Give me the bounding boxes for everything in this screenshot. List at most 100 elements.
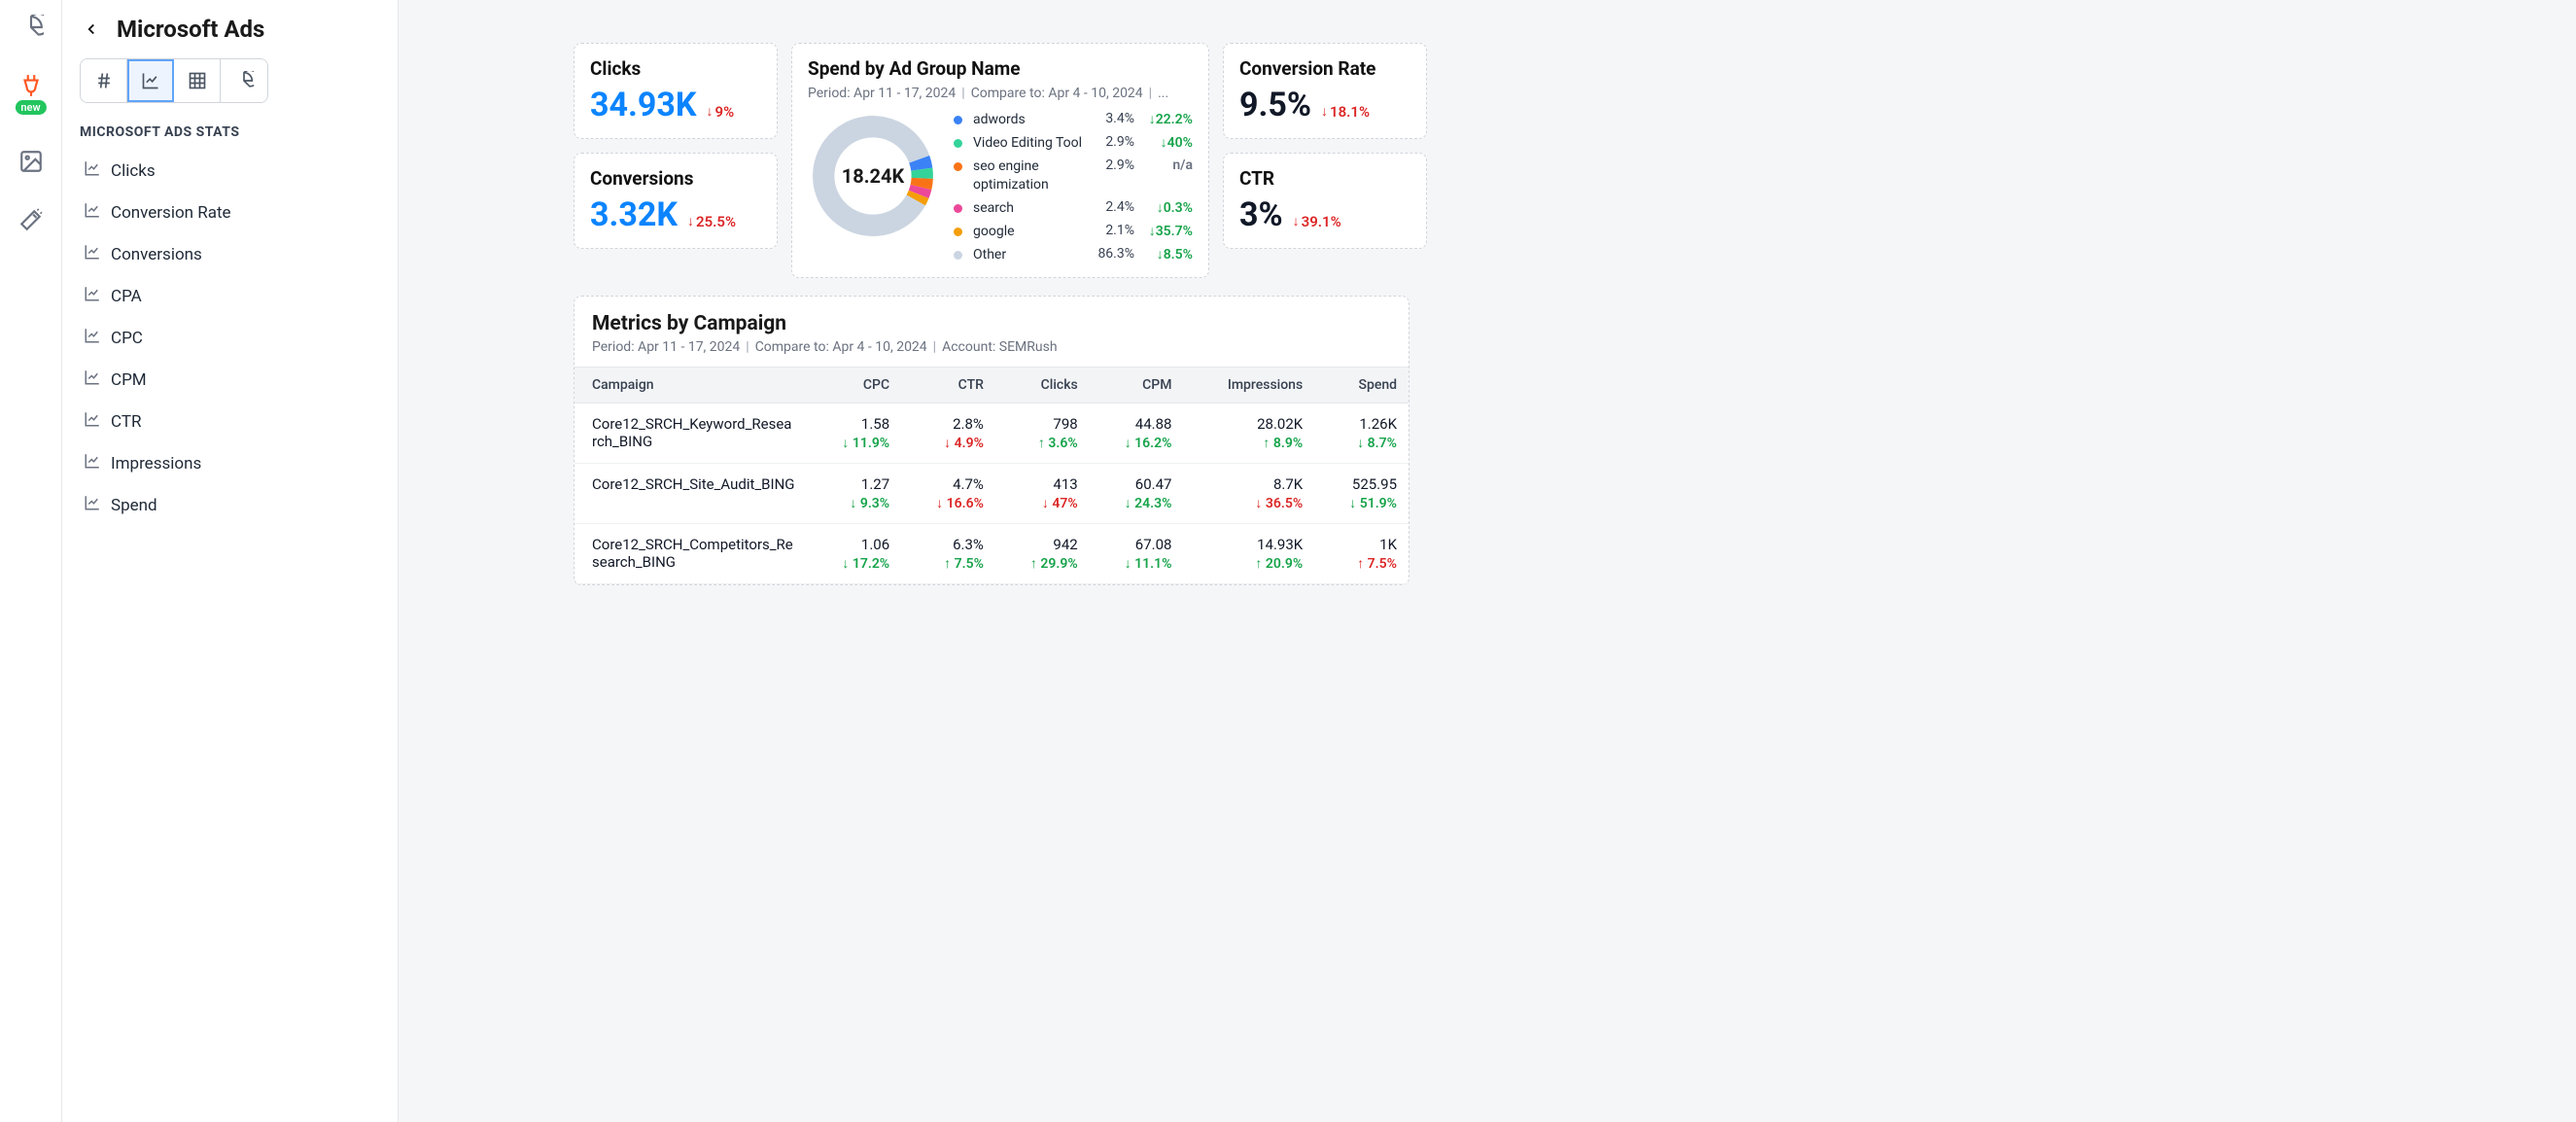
chart-legend: adwords3.4%↓22.2%Video Editing Tool2.9%↓… (954, 111, 1193, 263)
kpi-delta: ↓39.1% (1293, 213, 1341, 230)
stat-item-clicks[interactable]: Clicks (80, 152, 380, 190)
col-header[interactable]: Clicks (995, 368, 1090, 403)
stat-item-ctr[interactable]: CTR (80, 403, 380, 440)
legend-value: 86.3% (1090, 246, 1134, 262)
stat-item-conversions[interactable]: Conversions (80, 235, 380, 273)
kpi-value: 3% (1239, 195, 1283, 234)
stat-label: CTR (111, 412, 141, 432)
stats-list: Clicks Conversion Rate Conversions CPA CPC CP… (80, 152, 380, 524)
card-subtitle: Period: Apr 11 - 17, 2024|Compare to: Ap… (808, 86, 1193, 101)
legend-value: 3.4% (1090, 111, 1134, 126)
metric-cell: 44.88↓ 16.2% (1090, 403, 1184, 464)
tab-table[interactable] (174, 59, 221, 102)
kpi-conversions[interactable]: Conversions 3.32K ↓25.5% (574, 153, 778, 249)
tab-pie[interactable] (221, 59, 267, 102)
kpi-ctr[interactable]: CTR 3% ↓39.1% (1223, 153, 1427, 249)
stat-item-conversion-rate[interactable]: Conversion Rate (80, 193, 380, 231)
legend-name: Video Editing Tool (973, 134, 1084, 152)
table-subtitle: Period: Apr 11 - 17, 2024|Compare to: Ap… (574, 335, 1409, 367)
kpi-title: CTR (1239, 167, 1410, 190)
stat-item-cpm[interactable]: CPM (80, 361, 380, 399)
metric-cell: 525.95↓ 51.9% (1314, 464, 1409, 524)
stat-label: CPM (111, 370, 147, 390)
legend-dot (954, 251, 962, 260)
line-chart-icon (84, 494, 101, 516)
legend-row: search2.4%↓0.3% (954, 199, 1193, 217)
legend-name: adwords (973, 111, 1084, 128)
col-header[interactable]: Spend (1314, 368, 1409, 403)
kpi-value: 3.32K (590, 195, 678, 234)
new-badge: new (15, 100, 46, 115)
kpi-value: 9.5% (1239, 86, 1311, 124)
kpi-conversion-rate[interactable]: Conversion Rate 9.5% ↓18.1% (1223, 43, 1427, 139)
stat-item-cpa[interactable]: CPA (80, 277, 380, 315)
line-chart-icon (84, 159, 101, 182)
line-chart-icon (84, 368, 101, 391)
stat-item-impressions[interactable]: Impressions (80, 444, 380, 482)
stat-label: Clicks (111, 161, 156, 181)
stat-label: Conversion Rate (111, 203, 231, 223)
legend-value: 2.9% (1090, 134, 1134, 150)
col-header[interactable]: Impressions (1183, 368, 1314, 403)
line-chart-icon (84, 201, 101, 224)
view-mode-tabs (80, 58, 268, 103)
magic-wand-icon[interactable] (16, 204, 47, 235)
metric-cell: 413↓ 47% (995, 464, 1090, 524)
metric-cell: 8.7K↓ 36.5% (1183, 464, 1314, 524)
kpi-clicks[interactable]: Clicks 34.93K ↓9% (574, 43, 778, 139)
table-row[interactable]: Core12_SRCH_Site_Audit_BING1.27↓ 9.3%4.7… (574, 464, 1409, 524)
stat-label: Impressions (111, 454, 201, 473)
plug-icon[interactable]: new (16, 70, 47, 101)
kpi-value: 34.93K (590, 86, 697, 124)
kpi-delta: ↓9% (707, 103, 735, 121)
legend-row: adwords3.4%↓22.2% (954, 111, 1193, 128)
metrics-table-card[interactable]: Metrics by Campaign Period: Apr 11 - 17,… (574, 296, 1410, 585)
col-header[interactable]: CPC (807, 368, 901, 403)
pie-chart-icon[interactable] (16, 12, 47, 43)
legend-name: seo engine optimization (973, 158, 1084, 193)
line-chart-icon (84, 452, 101, 474)
col-header[interactable]: CPM (1090, 368, 1184, 403)
tab-line-chart[interactable] (127, 59, 174, 102)
campaign-name: Core12_SRCH_Site_Audit_BING (574, 464, 807, 524)
legend-dot (954, 139, 962, 148)
sidebar-section-label: MICROSOFT ADS STATS (80, 124, 380, 140)
image-icon[interactable] (16, 146, 47, 177)
back-button[interactable] (80, 18, 103, 41)
kpi-title: Conversions (590, 167, 761, 190)
metric-cell: 2.8%↓ 4.9% (901, 403, 995, 464)
metric-cell: 1.06↓ 17.2% (807, 524, 901, 584)
metric-cell: 28.02K↑ 8.9% (1183, 403, 1314, 464)
legend-name: google (973, 223, 1084, 240)
metric-cell: 798↑ 3.6% (995, 403, 1090, 464)
col-header[interactable]: Campaign (574, 368, 807, 403)
legend-dot (954, 162, 962, 171)
legend-row: Other86.3%↓8.5% (954, 246, 1193, 263)
stat-label: CPC (111, 329, 143, 348)
metric-cell: 1K↑ 7.5% (1314, 524, 1409, 584)
legend-dot (954, 116, 962, 124)
main-content: Clicks 34.93K ↓9% Conversions 3.32K ↓25.… (399, 0, 2576, 1122)
spend-by-adgroup-card[interactable]: Spend by Ad Group Name Period: Apr 11 - … (791, 43, 1209, 278)
legend-dot (954, 228, 962, 236)
campaign-name: Core12_SRCH_Keyword_Research_BING (574, 403, 807, 464)
stat-item-spend[interactable]: Spend (80, 486, 380, 524)
table-title: Metrics by Campaign (574, 312, 1409, 335)
stat-label: CPA (111, 287, 142, 306)
metric-cell: 4.7%↓ 16.6% (901, 464, 995, 524)
metric-cell: 14.93K↑ 20.9% (1183, 524, 1314, 584)
legend-value: 2.9% (1090, 158, 1134, 173)
stat-label: Spend (111, 496, 157, 515)
kpi-title: Conversion Rate (1239, 57, 1410, 80)
donut-chart: 18.24K (808, 111, 938, 241)
col-header[interactable]: CTR (901, 368, 995, 403)
sidebar-title: Microsoft Ads (117, 16, 264, 43)
kpi-delta: ↓18.1% (1321, 103, 1370, 121)
tab-number[interactable] (81, 59, 127, 102)
table-row[interactable]: Core12_SRCH_Keyword_Research_BING1.58↓ 1… (574, 403, 1409, 464)
table-row[interactable]: Core12_SRCH_Competitors_Research_BING1.0… (574, 524, 1409, 584)
metric-cell: 60.47↓ 24.3% (1090, 464, 1184, 524)
line-chart-icon (84, 410, 101, 433)
legend-value: 2.4% (1090, 199, 1134, 215)
stat-item-cpc[interactable]: CPC (80, 319, 380, 357)
